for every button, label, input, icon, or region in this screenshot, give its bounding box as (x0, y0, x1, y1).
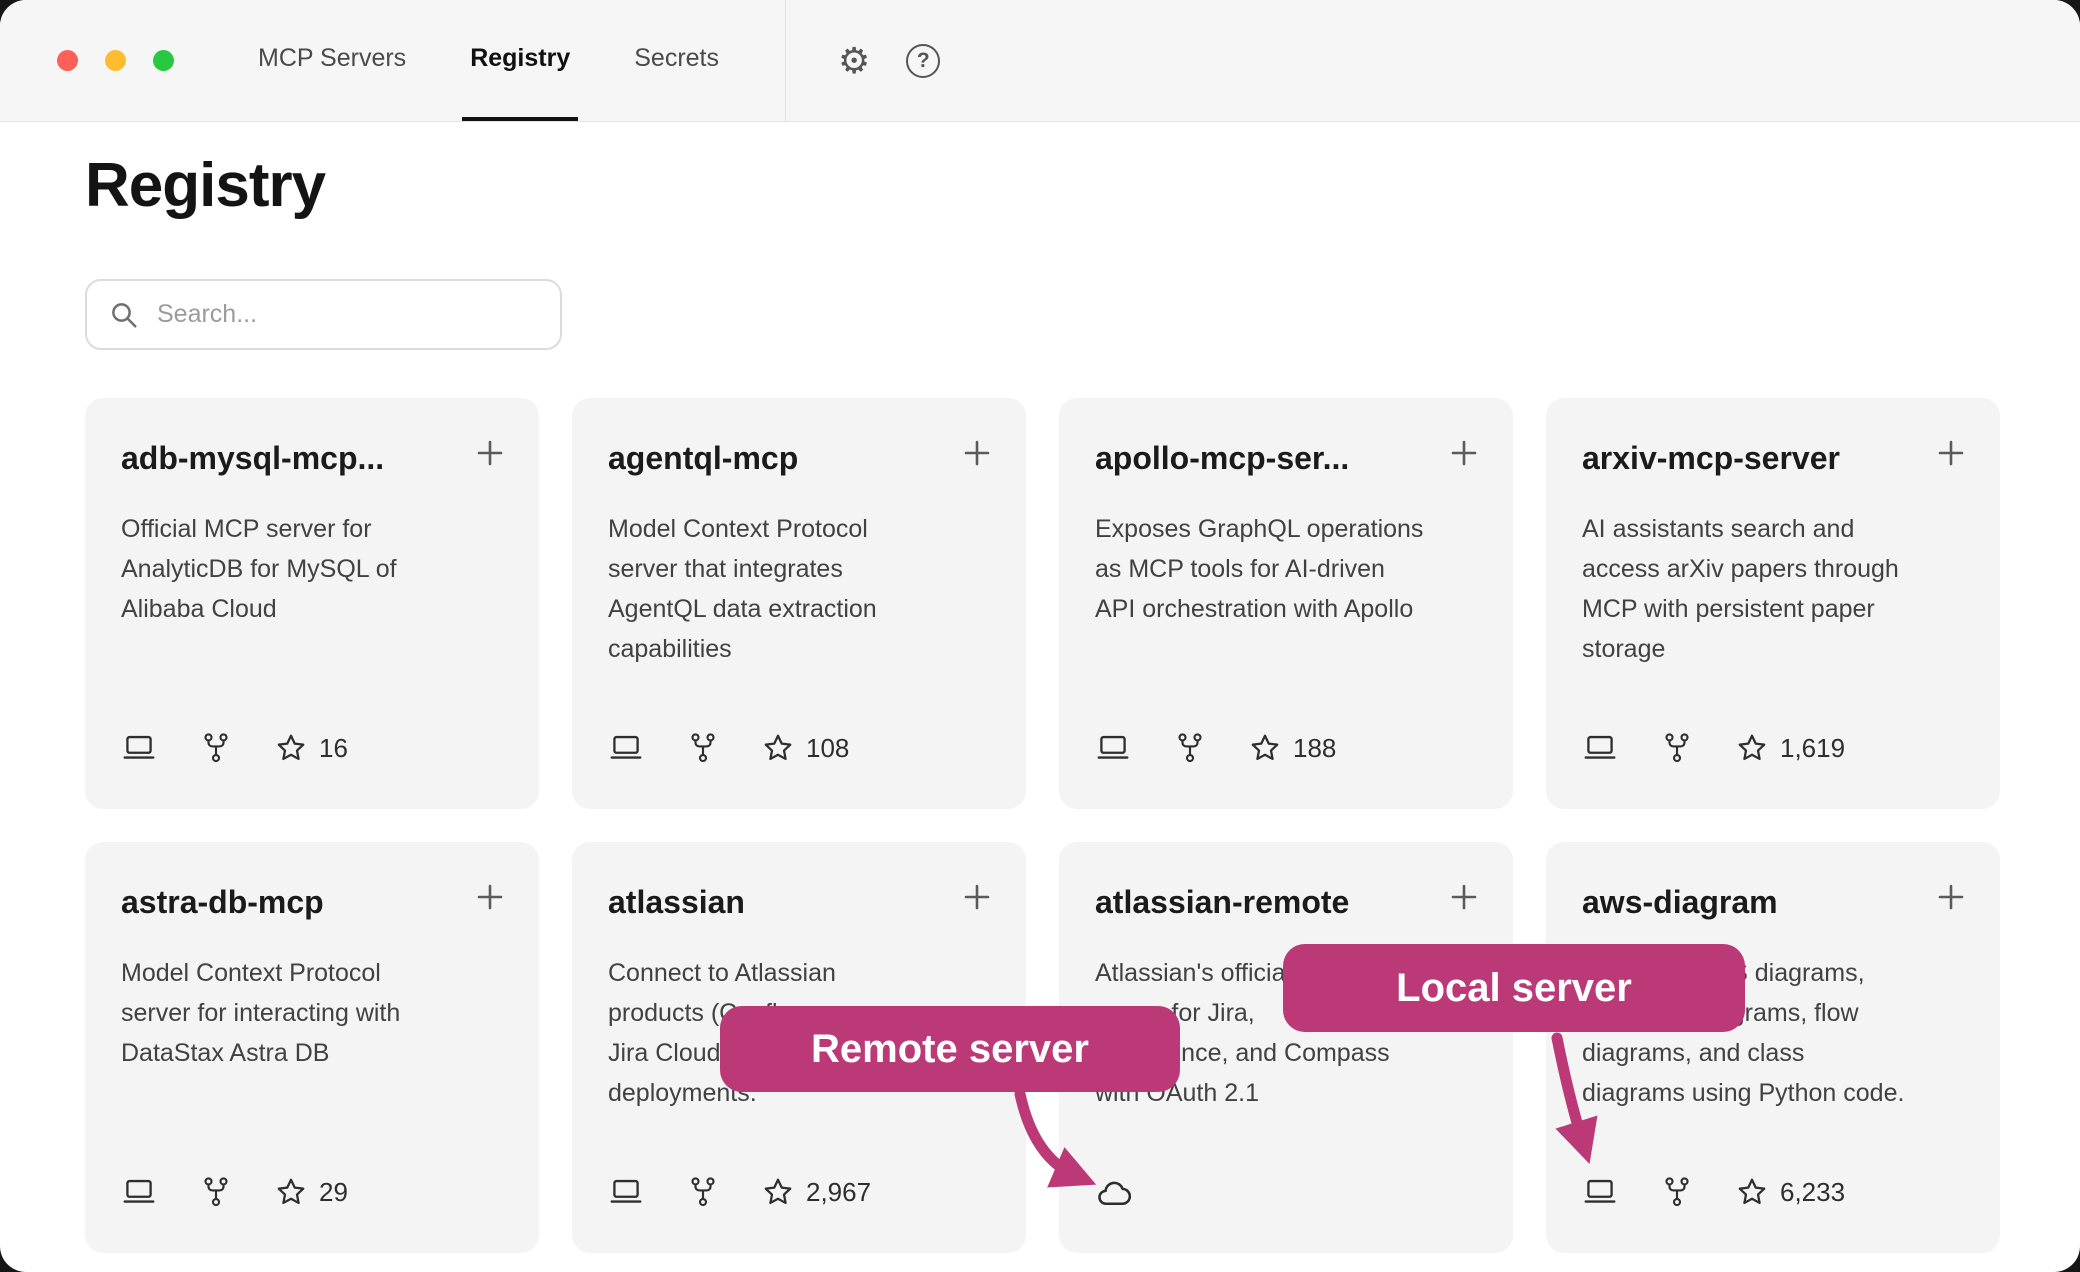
star-stat: 188 (1249, 732, 1336, 764)
server-card-adb-mysql-mcp[interactable]: adb-mysql-mcp... Official MCP server for… (85, 398, 539, 809)
server-name: aws-diagram (1582, 884, 1942, 921)
toolbar-icons: ⚙ ? (838, 0, 940, 121)
star-count: 1,619 (1780, 733, 1845, 764)
laptop-icon (608, 1177, 644, 1207)
fork-icon (201, 1175, 231, 1209)
star-icon (762, 1176, 794, 1208)
star-count: 188 (1293, 733, 1336, 764)
star-stat: 108 (762, 732, 849, 764)
local-server-callout: Local server (1283, 944, 1745, 1032)
laptop-icon (121, 1177, 157, 1207)
star-stat: 29 (275, 1176, 348, 1208)
star-icon (1249, 732, 1281, 764)
cloud-icon (1095, 1179, 1133, 1209)
card-footer: 188 (1095, 731, 1477, 765)
fork-icon (201, 731, 231, 765)
server-description: AI assistants search and access arXiv pa… (1582, 509, 1964, 669)
star-icon (275, 732, 307, 764)
fork-icon (688, 1175, 718, 1209)
tab-secrets[interactable]: Secrets (626, 0, 727, 121)
server-name: atlassian-remote (1095, 884, 1455, 921)
close-window-button[interactable] (57, 50, 78, 71)
laptop-icon (1095, 733, 1131, 763)
star-icon (762, 732, 794, 764)
add-server-icon[interactable] (1934, 880, 1968, 914)
add-server-icon[interactable] (1447, 436, 1481, 470)
card-footer: 108 (608, 731, 990, 765)
traffic-lights (0, 0, 174, 121)
add-server-icon[interactable] (960, 436, 994, 470)
help-icon[interactable]: ? (906, 44, 940, 78)
main-nav: MCP Servers Registry Secrets (250, 0, 727, 121)
star-count: 108 (806, 733, 849, 764)
add-server-icon[interactable] (1447, 880, 1481, 914)
server-name: astra-db-mcp (121, 884, 481, 921)
search-box (85, 279, 562, 350)
server-card-agentql-mcp[interactable]: agentql-mcp Model Context Protocol serve… (572, 398, 1026, 809)
server-name: arxiv-mcp-server (1582, 440, 1942, 477)
laptop-icon (608, 733, 644, 763)
server-description: Official MCP server for AnalyticDB for M… (121, 509, 503, 629)
card-footer (1095, 1179, 1477, 1209)
gear-icon[interactable]: ⚙ (838, 43, 870, 79)
fork-icon (1662, 1175, 1692, 1209)
tab-registry[interactable]: Registry (462, 0, 578, 121)
page-title: Registry (85, 150, 325, 221)
card-footer: 6,233 (1582, 1175, 1964, 1209)
remote-server-callout: Remote server (720, 1006, 1180, 1092)
server-description: Model Context Protocol server that integ… (608, 509, 990, 669)
app-window: MCP Servers Registry Secrets ⚙ ? Registr… (0, 0, 2080, 1272)
card-footer: 1,619 (1582, 731, 1964, 765)
registry-grid: adb-mysql-mcp... Official MCP server for… (85, 398, 2000, 1253)
star-stat: 2,967 (762, 1176, 871, 1208)
laptop-icon (1582, 733, 1618, 763)
laptop-icon (121, 733, 157, 763)
laptop-icon (1582, 1177, 1618, 1207)
search-icon (109, 300, 139, 330)
card-footer: 16 (121, 731, 503, 765)
star-stat: 6,233 (1736, 1176, 1845, 1208)
toolbar: MCP Servers Registry Secrets ⚙ ? (0, 0, 2080, 122)
tab-mcp-servers[interactable]: MCP Servers (250, 0, 414, 121)
star-stat: 16 (275, 732, 348, 764)
toolbar-divider (785, 0, 786, 121)
server-description: Exposes GraphQL operations as MCP tools … (1095, 509, 1477, 629)
card-footer: 29 (121, 1175, 503, 1209)
star-count: 16 (319, 733, 348, 764)
server-name: apollo-mcp-ser... (1095, 440, 1455, 477)
star-stat: 1,619 (1736, 732, 1845, 764)
fork-icon (1662, 731, 1692, 765)
server-card-aws-diagram[interactable]: aws-diagram Generate AWS diagrams, seque… (1546, 842, 2000, 1253)
server-description: Model Context Protocol server for intera… (121, 953, 503, 1073)
add-server-icon[interactable] (473, 436, 507, 470)
minimize-window-button[interactable] (105, 50, 126, 71)
add-server-icon[interactable] (1934, 436, 1968, 470)
star-count: 6,233 (1780, 1177, 1845, 1208)
fork-icon (1175, 731, 1205, 765)
star-count: 2,967 (806, 1177, 871, 1208)
server-name: adb-mysql-mcp... (121, 440, 481, 477)
star-count: 29 (319, 1177, 348, 1208)
fork-icon (688, 731, 718, 765)
add-server-icon[interactable] (473, 880, 507, 914)
card-footer: 2,967 (608, 1175, 990, 1209)
search-input[interactable] (155, 299, 538, 330)
server-card-arxiv-mcp-server[interactable]: arxiv-mcp-server AI assistants search an… (1546, 398, 2000, 809)
star-icon (1736, 1176, 1768, 1208)
server-card-apollo-mcp-server[interactable]: apollo-mcp-ser... Exposes GraphQL operat… (1059, 398, 1513, 809)
zoom-window-button[interactable] (153, 50, 174, 71)
star-icon (275, 1176, 307, 1208)
server-name: atlassian (608, 884, 968, 921)
star-icon (1736, 732, 1768, 764)
server-card-astra-db-mcp[interactable]: astra-db-mcp Model Context Protocol serv… (85, 842, 539, 1253)
server-name: agentql-mcp (608, 440, 968, 477)
add-server-icon[interactable] (960, 880, 994, 914)
